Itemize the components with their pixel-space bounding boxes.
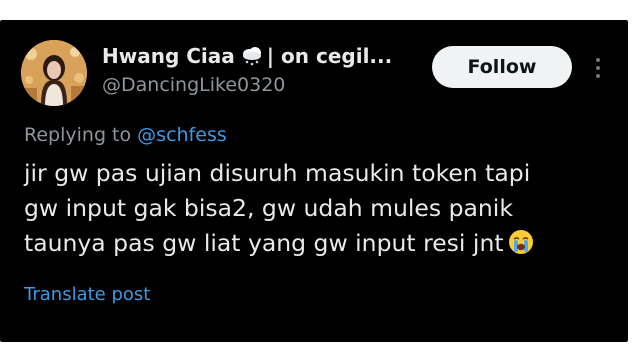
replying-to-label: Replying to (24, 124, 132, 146)
replying-to: Replying to @schfess (24, 124, 227, 146)
author-name-suffix[interactable]: | on cegil... (267, 44, 392, 68)
reply-mention-link[interactable]: @schfess (137, 124, 227, 146)
more-vertical-icon[interactable] (592, 54, 604, 82)
avatar-photo-icon (21, 40, 87, 106)
author-display-name[interactable]: Hwang Ciaa (102, 44, 235, 68)
post-text-line: gw input gak bisa2, gw udah mules panik (24, 194, 513, 222)
translate-post-link[interactable]: Translate post (24, 284, 150, 305)
author-name-row[interactable]: Hwang Ciaa | on cegil... (102, 44, 392, 68)
author-handle[interactable]: @DancingLike0320 (102, 74, 285, 96)
post-text-line: jir gw pas ujian disuruh masukin token t… (24, 159, 531, 187)
post-text-line-last: taunya pas gw liat yang gw input resi jn… (24, 226, 614, 261)
post-card: Hwang Ciaa | on cegil... @DancingLike032… (0, 20, 628, 342)
cloud-snow-icon (240, 45, 264, 67)
post-text: jir gw pas ujian disuruh masukin token t… (24, 156, 614, 261)
loudly-crying-face-icon (508, 229, 534, 255)
post-text-line: taunya pas gw liat yang gw input resi jn… (24, 229, 504, 257)
follow-button[interactable]: Follow (432, 46, 572, 88)
avatar[interactable] (21, 40, 87, 106)
